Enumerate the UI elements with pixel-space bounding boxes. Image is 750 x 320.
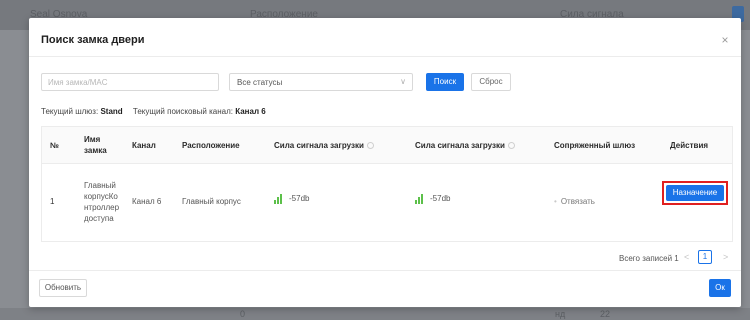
signal-2-value: -57db — [430, 194, 451, 204]
reset-button[interactable]: Сброс — [471, 73, 511, 91]
header-no: № — [50, 141, 59, 150]
dialog-title: Поиск замка двери — [41, 34, 145, 46]
unbind-label: Отвязать — [560, 197, 595, 206]
info-icon[interactable] — [507, 142, 515, 150]
ok-button[interactable]: Ок — [709, 279, 731, 297]
header-lock-name: Имя замка — [84, 135, 107, 155]
pagination-current-page[interactable]: 1 — [698, 250, 712, 264]
header-signal-1-label: Сила сигнала загрузки — [274, 141, 364, 150]
status-select-value: Все статусы — [237, 78, 283, 87]
divider — [29, 56, 741, 57]
cell-lock-name: Главный корпусКо нтроллер доступа — [84, 180, 119, 224]
channel-value: Канал 6 — [235, 107, 266, 116]
lock-name-line: корпусКо — [84, 192, 118, 201]
signal-strength-icon — [274, 194, 283, 204]
header-actions: Действия — [670, 141, 709, 150]
total-records: Всего записей 1 — [619, 254, 679, 263]
header-signal-download-2: Сила сигнала загрузки — [415, 141, 515, 150]
lock-name-line: доступа — [84, 214, 114, 223]
table-row: 1 Главный корпусКо нтроллер доступа Кана… — [42, 163, 732, 241]
chevron-down-icon: ∨ — [400, 77, 406, 86]
cell-signal-2: -57db — [415, 194, 450, 204]
gateway-value: Stand — [100, 107, 123, 116]
header-channel: Канал — [132, 141, 156, 150]
background-app-footer: 0 нд 22 — [0, 308, 750, 320]
unbind-link[interactable]: • Отвязать — [554, 197, 595, 206]
cell-no: 1 — [50, 197, 55, 206]
channel-label: Текущий поисковый канал: — [132, 107, 233, 116]
divider — [29, 270, 741, 271]
current-gateway-info: Текущий шлюз: Stand Текущий поисковый ка… — [41, 107, 266, 116]
background-label: 0 — [240, 309, 246, 319]
close-icon[interactable]: × — [719, 34, 731, 46]
signal-strength-icon — [415, 194, 424, 204]
header-signal-download-1: Сила сигнала загрузки — [274, 141, 374, 150]
table-header: № Имя замка Канал Расположение Сила сигн… — [42, 127, 732, 164]
bullet-icon: • — [554, 197, 557, 206]
lock-name-line: нтроллер — [84, 203, 120, 212]
door-lock-search-dialog: Поиск замка двери × Все статусы ∨ Поиск … — [29, 18, 741, 307]
header-signal-2-label: Сила сигнала загрузки — [415, 141, 505, 150]
cell-signal-1: -57db — [274, 194, 309, 204]
lock-name-line: Главный — [84, 181, 116, 190]
cell-channel: Канал 6 — [132, 197, 162, 206]
background-label: 22 — [600, 309, 611, 319]
gateway-label: Текущий шлюз: — [41, 107, 99, 116]
signal-1-value: -57db — [289, 194, 310, 204]
lock-name-mac-input[interactable] — [41, 73, 219, 91]
background-label: нд — [555, 309, 566, 319]
assign-button[interactable]: Назначение — [666, 185, 724, 201]
header-location: Расположение — [182, 141, 240, 150]
info-icon[interactable] — [366, 142, 374, 150]
lock-table: № Имя замка Канал Расположение Сила сигн… — [41, 126, 733, 242]
status-select[interactable]: Все статусы ∨ — [229, 73, 413, 91]
chevron-right-icon[interactable]: > — [723, 252, 728, 262]
search-button[interactable]: Поиск — [426, 73, 464, 91]
chevron-left-icon[interactable]: < — [684, 252, 689, 262]
cell-location: Главный корпус — [182, 197, 241, 206]
assign-highlight: Назначение — [662, 181, 728, 205]
header-paired-gateway: Сопряженный шлюз — [554, 141, 636, 150]
refresh-button[interactable]: Обновить — [39, 279, 87, 297]
